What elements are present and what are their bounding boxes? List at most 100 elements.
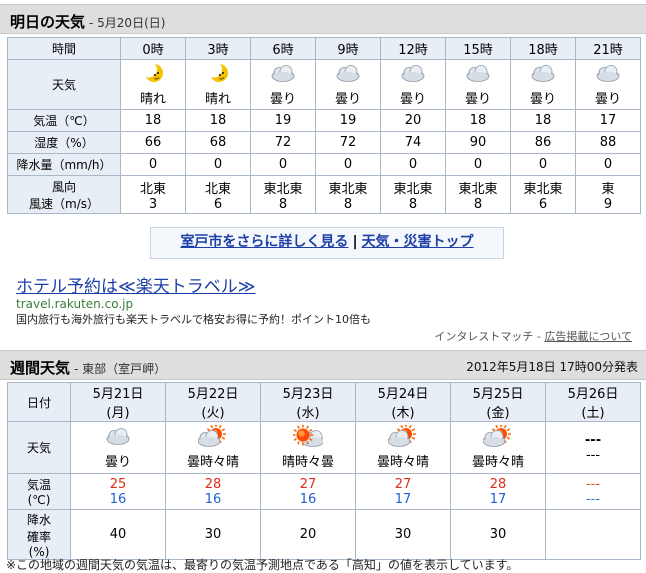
humidity-cell: 72 bbox=[250, 131, 316, 154]
ad-placement-link[interactable]: 広告掲載について bbox=[544, 330, 632, 343]
temp-label: 気温（℃） bbox=[7, 109, 121, 132]
pop-label-2: 確率 bbox=[26, 529, 51, 544]
weekly-temp-cell: 27 16 bbox=[260, 473, 356, 510]
weekly-pop-label: 降水 確率 (%) bbox=[7, 509, 71, 560]
high-temp: 27 bbox=[299, 476, 317, 492]
time-cell: 0時 bbox=[120, 37, 186, 60]
wind-speed: 8 bbox=[278, 196, 288, 212]
weekly-weather-row: 天気 曇り 曇時々晴 晴時々曇 曇時々晴 曇時々晴 --- --- bbox=[7, 421, 641, 474]
weekly-pop-cell: 20 bbox=[260, 509, 356, 560]
weekly-weather-text: 曇時々晴 bbox=[186, 455, 239, 470]
weekly-title-text: 週間天気 bbox=[10, 359, 71, 377]
weekly-temp-label-1: 気温 bbox=[26, 478, 51, 492]
low-temp: 16 bbox=[204, 491, 222, 507]
temp-cell: 18 bbox=[185, 109, 251, 132]
weekly-temp-label-2: (℃) bbox=[27, 493, 51, 507]
temp-cell: 18 bbox=[120, 109, 186, 132]
pop-label-1: 降水 bbox=[26, 512, 51, 527]
ad-title-link[interactable]: ホテル予約は≪楽天トラベル≫ bbox=[16, 272, 256, 297]
tomorrow-header: 明日の天気 - 5月20日(日) bbox=[0, 4, 646, 34]
precip-label: 降水量（mm/h） bbox=[7, 153, 121, 176]
weather-top-link[interactable]: 天気・災害トップ bbox=[362, 234, 474, 250]
weekly-date-label: 日付 bbox=[7, 382, 71, 422]
wind-dir: 東 bbox=[601, 181, 615, 197]
precip-cell: 0 bbox=[510, 153, 576, 176]
time-cell: 6時 bbox=[250, 37, 316, 60]
time-cell: 18時 bbox=[510, 37, 576, 60]
weekly-weather-cell: 曇時々晴 bbox=[165, 421, 261, 474]
weather-cell: 晴れ bbox=[120, 59, 186, 110]
temp-cell: 17 bbox=[575, 109, 641, 132]
city-detail-link[interactable]: 室戸市をさらに詳しく見る bbox=[180, 234, 348, 250]
tomorrow-date: - 5月20日(日) bbox=[89, 16, 166, 30]
weekly-temp-cell: 25 16 bbox=[70, 473, 166, 510]
wind-dir: 東北東 bbox=[523, 181, 563, 197]
weekly-weather-text: 晴時々曇 bbox=[281, 455, 334, 470]
wind-dir: 東北東 bbox=[263, 181, 303, 197]
weekly-weather-cell: --- --- bbox=[545, 421, 641, 474]
temp-cell: 18 bbox=[510, 109, 576, 132]
cloud-icon bbox=[398, 62, 428, 84]
weekly-date: 5月24日 bbox=[377, 387, 429, 402]
footer-note: ※この地域の週間天気の気温は、最寄りの気温予測地点である「高知」の値を表示してい… bbox=[6, 558, 519, 572]
wind-label: 風向風速（m/s） bbox=[7, 175, 121, 214]
weekly-temp-row: 気温 (℃) 25 16 28 16 27 16 27 17 28 17 --- --- bbox=[7, 473, 641, 510]
precip-cell: 0 bbox=[575, 153, 641, 176]
weather-text: 曇り bbox=[269, 92, 296, 107]
ad-meta: インタレストマッチ - 広告掲載について bbox=[434, 328, 632, 344]
wind-cell: 北東 6 bbox=[185, 175, 251, 214]
weekly-temp-cell: 28 16 bbox=[165, 473, 261, 510]
sun-cloud-icon bbox=[293, 425, 323, 447]
wind-speed: 9 bbox=[603, 196, 613, 212]
weather-cell: 曇り bbox=[510, 59, 576, 110]
weekly-date-cell: 5月25日 (金) bbox=[450, 382, 546, 422]
high-temp: 27 bbox=[394, 476, 412, 492]
wind-cell: 東北東 8 bbox=[315, 175, 381, 214]
time-cell: 15時 bbox=[445, 37, 511, 60]
weather-text: 曇り bbox=[334, 92, 361, 107]
weekly-forecast-table: 日付 5月21日 (月) 5月22日 (火) 5月23日 (水) 5月24日 (木) 5… bbox=[7, 382, 641, 560]
humidity-cell: 86 bbox=[510, 131, 576, 154]
wind-dir: 東北東 bbox=[393, 181, 433, 197]
weekly-date: 5月21日 bbox=[92, 387, 144, 402]
ad-url: travel.rakuten.co.jp bbox=[16, 297, 134, 311]
weekly-pop-cell: 30 bbox=[450, 509, 546, 560]
high-temp: 28 bbox=[489, 476, 507, 492]
cloud-sun-icon bbox=[198, 425, 228, 447]
wind-speed-label: 風速（m/s） bbox=[29, 196, 99, 211]
wind-cell: 東9 bbox=[575, 175, 641, 214]
weekly-weather-dash: --- bbox=[585, 447, 601, 463]
weekly-weather-cell: 曇時々晴 bbox=[355, 421, 451, 474]
humidity-cell: 68 bbox=[185, 131, 251, 154]
weekly-weather-text: 曇り bbox=[104, 455, 131, 470]
weekly-title: 週間天気 - 東部（室戸岬） bbox=[10, 357, 166, 378]
weekly-date: 5月23日 bbox=[282, 387, 334, 402]
weather-text: 曇り bbox=[399, 92, 426, 107]
temp-cell: 19 bbox=[315, 109, 381, 132]
weather-text: 曇り bbox=[464, 92, 491, 107]
humidity-row: 湿度（%） 66 68 72 72 74 90 86 88 bbox=[7, 131, 641, 154]
weekly-weather-label: 天気 bbox=[7, 421, 71, 474]
weekly-issued: 2012年5月18日 17時00分発表 bbox=[466, 360, 638, 374]
weekly-temp-cell: 27 17 bbox=[355, 473, 451, 510]
tomorrow-title: 明日の天気 - 5月20日(日) bbox=[10, 11, 165, 32]
cloud-icon bbox=[463, 62, 493, 84]
temp-cell: 19 bbox=[250, 109, 316, 132]
high-temp: --- bbox=[585, 476, 601, 492]
weekly-date: 5月22日 bbox=[187, 387, 239, 402]
precip-cell: 0 bbox=[120, 153, 186, 176]
wind-dir: 北東 bbox=[139, 181, 166, 197]
cloud-sun-icon bbox=[483, 425, 513, 447]
weekly-pop-cell: 30 bbox=[355, 509, 451, 560]
weekly-date-row: 日付 5月21日 (月) 5月22日 (火) 5月23日 (水) 5月24日 (木) 5… bbox=[7, 382, 641, 422]
weather-cell: 曇り bbox=[380, 59, 446, 110]
time-cell: 9時 bbox=[315, 37, 381, 60]
wind-dir-label: 風向 bbox=[51, 179, 76, 194]
humidity-cell: 90 bbox=[445, 131, 511, 154]
weekly-date-cell: 5月21日 (月) bbox=[70, 382, 166, 422]
precip-cell: 0 bbox=[250, 153, 316, 176]
cloud-icon bbox=[103, 425, 133, 447]
high-temp: 28 bbox=[204, 476, 222, 492]
weekly-weather-cell: 晴時々曇 bbox=[260, 421, 356, 474]
low-temp: 16 bbox=[109, 491, 127, 507]
